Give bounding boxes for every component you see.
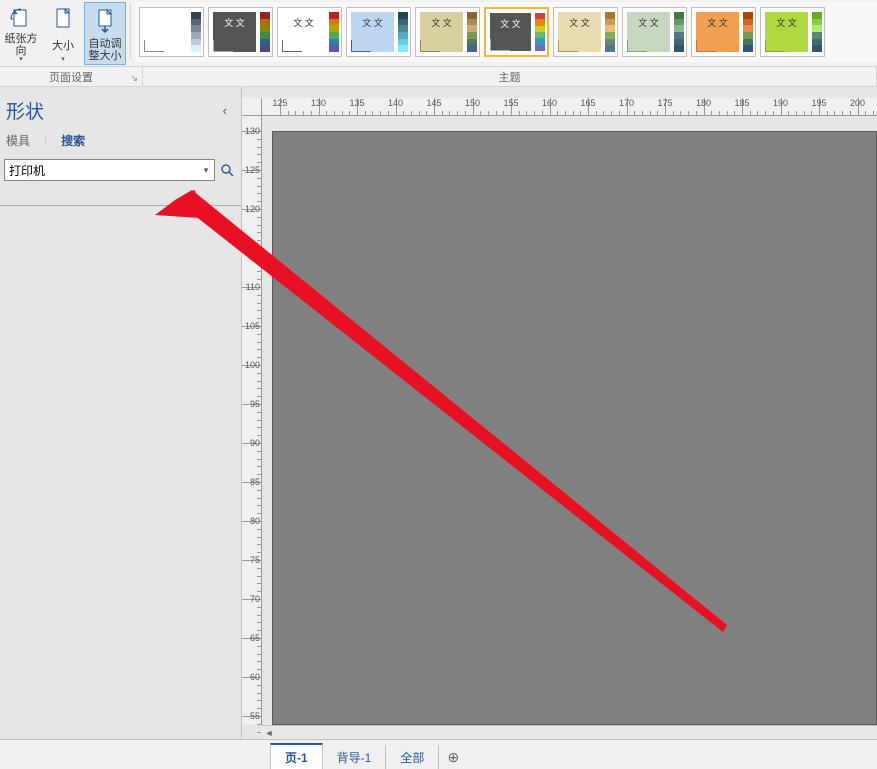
horizontal-ruler: 1251301351401451501551601651701751801851… [262, 98, 877, 116]
orientation-label: 纸张方向 [0, 33, 42, 57]
theme-thumb-6[interactable]: 文 文 [484, 7, 549, 57]
theme-thumb-4[interactable]: 文 文 [346, 7, 411, 57]
ribbon-toolbar: 纸张方向 大小 自动调整大小 文 文 文 文 [0, 0, 877, 67]
dialog-launcher-icon[interactable]: ↘ [130, 73, 138, 84]
ribbon-group-labels: 页面设置 ↘ 主题 [0, 67, 877, 87]
shapes-panel: 形状 ‹ 模具 | 搜索 ▾ [0, 87, 242, 739]
shapes-title: 形状 [6, 97, 44, 124]
search-dropdown-button[interactable]: ▾ [198, 165, 214, 176]
all-tab[interactable]: 全部 [386, 745, 439, 769]
horizontal-scrollbar[interactable]: ◄ [262, 725, 877, 739]
page-setup-group-label: 页面设置 ↘ [0, 67, 143, 86]
page-setup-group: 纸张方向 大小 自动调整大小 [0, 0, 126, 66]
page-tab-bar: 页-1 背导-1 全部 ⊕ [0, 739, 877, 769]
autosize-icon [92, 5, 118, 35]
theme-thumb-1[interactable] [139, 7, 204, 57]
size-label: 大小 [52, 40, 74, 52]
autosize-button[interactable]: 自动调整大小 [84, 2, 126, 65]
theme-thumb-10[interactable]: 文 文 [760, 7, 825, 57]
add-page-button[interactable]: ⊕ [439, 749, 467, 769]
search-input[interactable] [5, 161, 198, 179]
page-size-icon [50, 4, 76, 34]
page-tab-1[interactable]: 页-1 [270, 743, 323, 769]
main-area: 形状 ‹ 模具 | 搜索 ▾ 1251301351401451501551601… [0, 87, 877, 739]
theme-thumb-2[interactable]: 文 文 [208, 7, 273, 57]
orientation-button[interactable]: 纸张方向 [0, 2, 42, 65]
theme-thumb-8[interactable]: 文 文 [622, 7, 687, 57]
search-tab[interactable]: 搜索 [61, 132, 85, 149]
shapes-tabs: 模具 | 搜索 [0, 128, 241, 157]
stencil-tab[interactable]: 模具 [6, 132, 30, 149]
theme-thumb-9[interactable]: 文 文 [691, 7, 756, 57]
theme-thumb-5[interactable]: 文 文 [415, 7, 480, 57]
drawing-page[interactable] [272, 131, 877, 725]
panel-divider [0, 205, 241, 206]
search-row: ▾ [0, 157, 241, 187]
collapse-panel-button[interactable]: ‹ [217, 103, 233, 118]
vertical-ruler: 130125120115110105100959085807570656055 [242, 116, 262, 725]
autosize-label: 自动调整大小 [85, 38, 125, 62]
search-go-button[interactable] [217, 159, 237, 181]
theme-group-label: 主题 [143, 67, 877, 86]
scroll-left-arrow[interactable]: ◄ [262, 726, 276, 739]
shapes-header: 形状 ‹ [0, 87, 241, 128]
search-input-wrap: ▾ [4, 159, 215, 181]
ruler-corner [242, 98, 262, 116]
theme-thumb-3[interactable]: 文 文 [277, 7, 342, 57]
background-tab[interactable]: 背导-1 [323, 745, 387, 769]
ribbon-separator [130, 4, 131, 59]
size-button[interactable]: 大小 [42, 2, 84, 65]
theme-gallery: 文 文 文 文 文 文 文 文 文 文 文 文 [135, 2, 877, 62]
theme-thumb-7[interactable]: 文 文 [553, 7, 618, 57]
canvas-area: 1251301351401451501551601651701751801851… [242, 87, 877, 739]
search-icon [220, 163, 234, 177]
page-orientation-icon [8, 4, 34, 33]
